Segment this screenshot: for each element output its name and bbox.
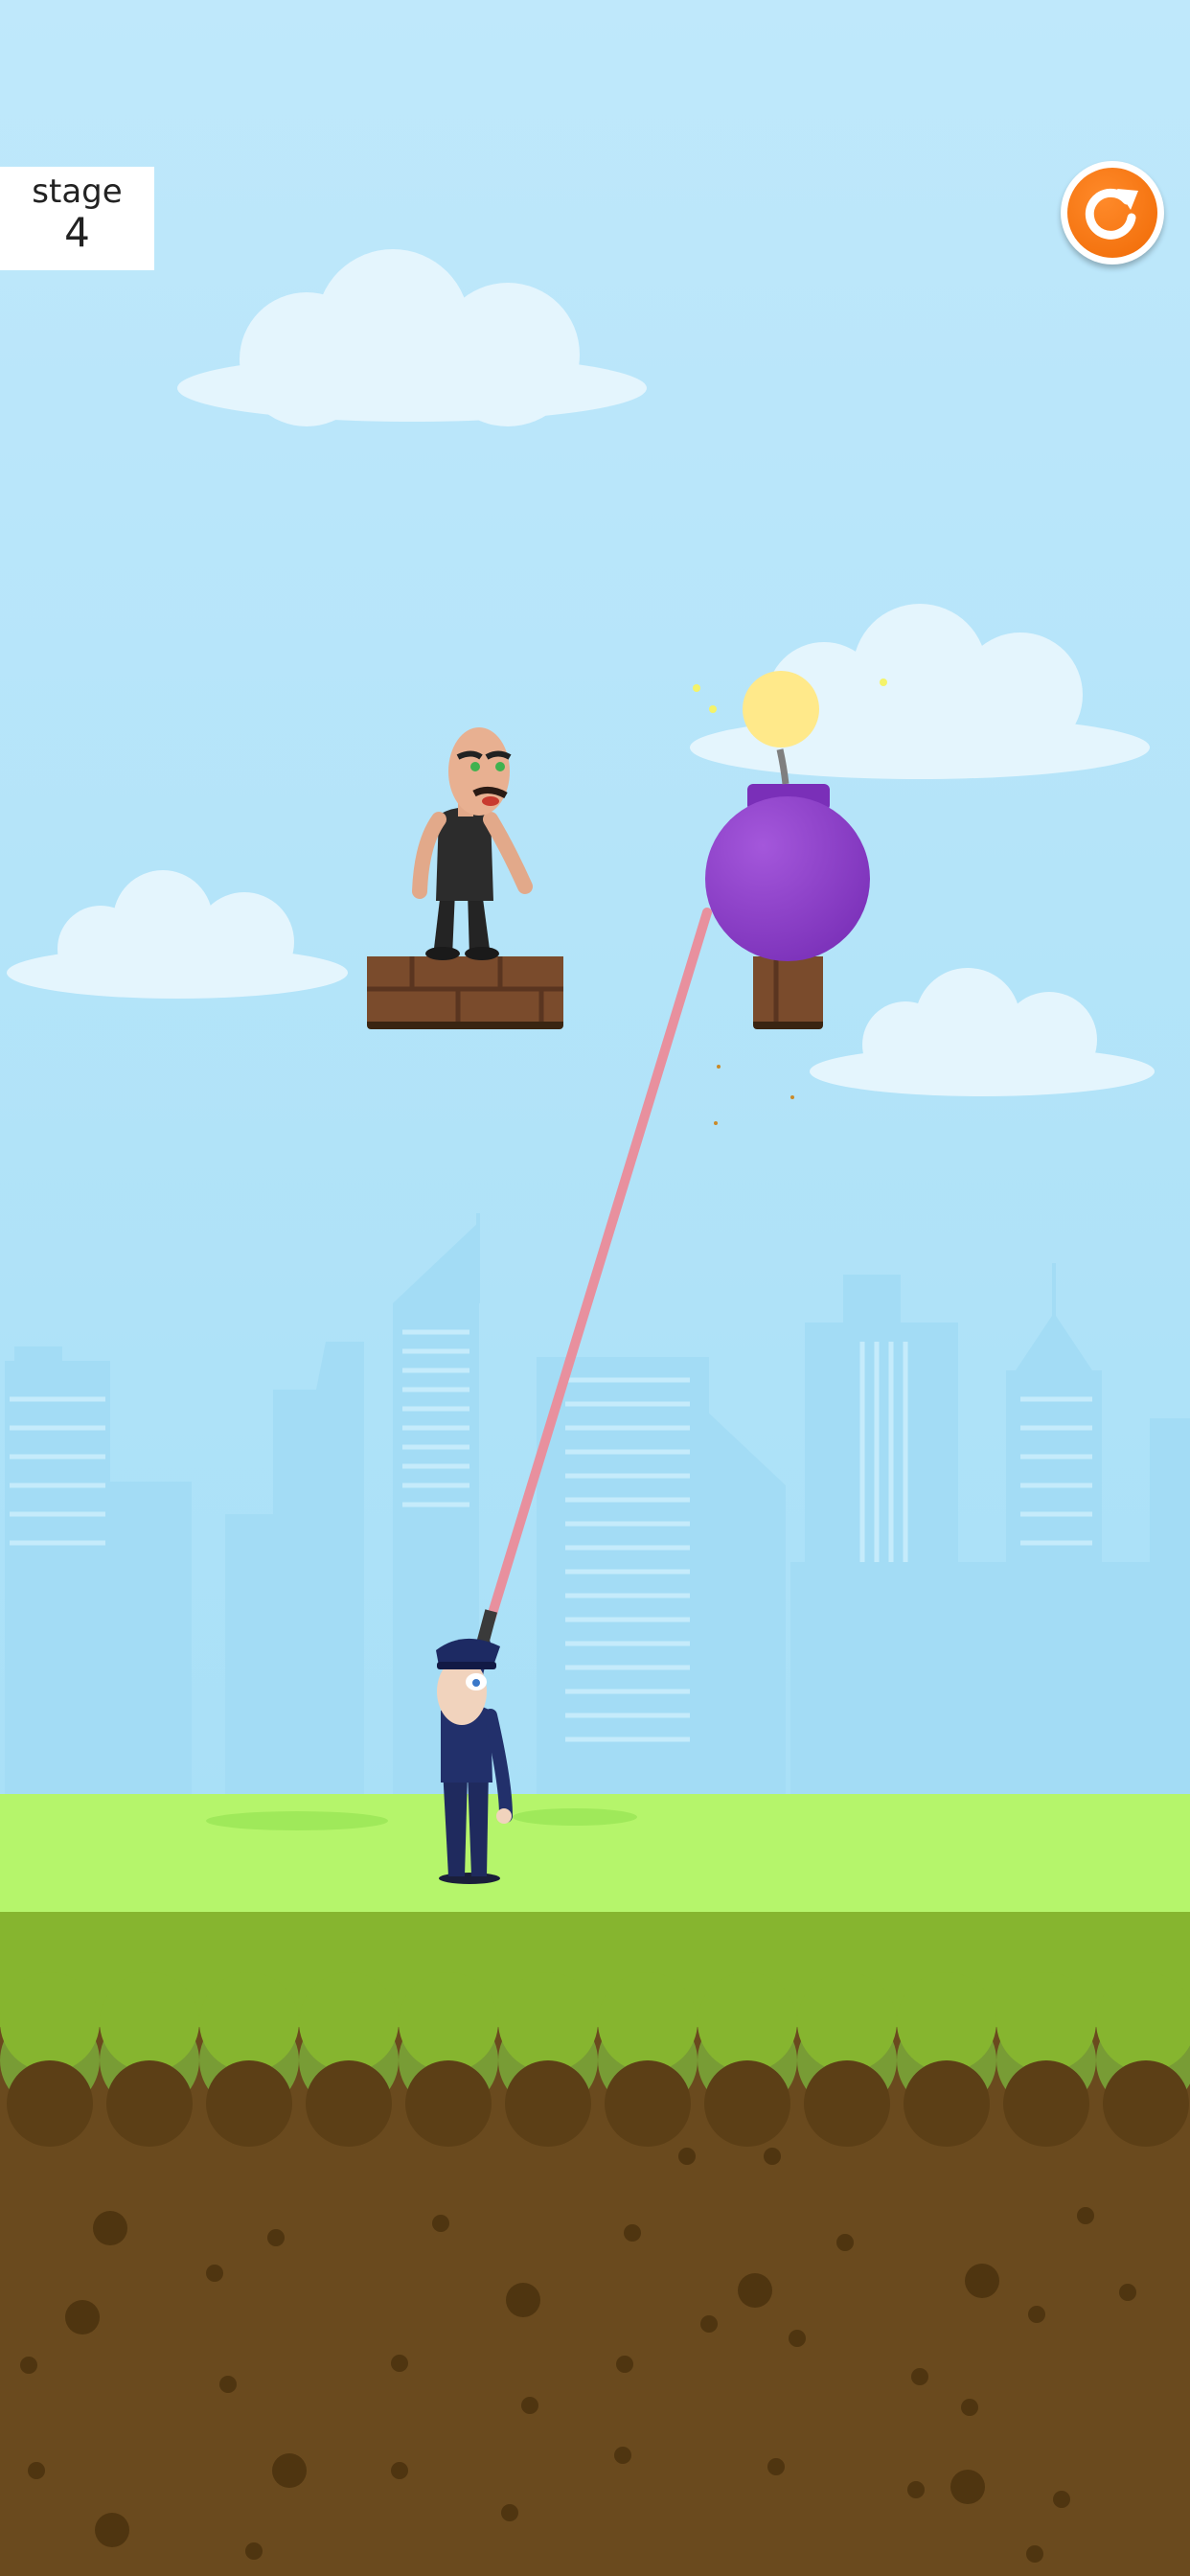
restart-button-face[interactable]: [1067, 168, 1157, 258]
bomb-platform: [753, 956, 823, 1029]
fuse-spark: [743, 671, 819, 748]
villain-platform: [367, 956, 563, 1029]
stage-label: stage: [32, 172, 123, 211]
restart-button[interactable]: [1061, 161, 1164, 264]
restart-icon: [1085, 188, 1138, 240]
stage-number: 4: [64, 209, 90, 256]
stage-indicator: stage 4: [0, 167, 154, 270]
game-scene[interactable]: [0, 0, 1190, 2576]
